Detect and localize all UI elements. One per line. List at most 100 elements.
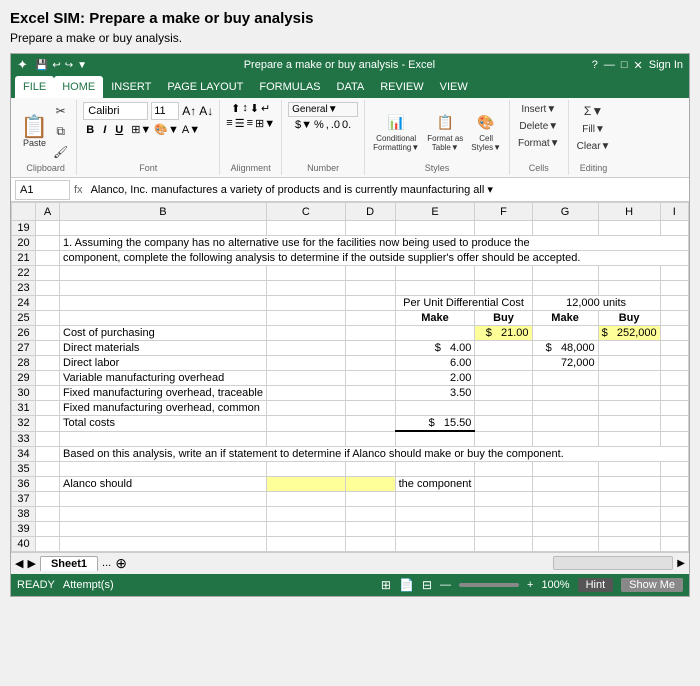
next-sheet-icon[interactable]: ▶	[27, 557, 35, 570]
tab-page-layout[interactable]: PAGE LAYOUT	[159, 76, 251, 98]
insert-cells-button[interactable]: Insert▼	[519, 102, 558, 117]
tab-view[interactable]: VIEW	[432, 76, 476, 98]
view-page-layout-icon[interactable]: 📄	[399, 578, 414, 592]
tab-formulas[interactable]: FORMULAS	[251, 76, 328, 98]
table-row: 39	[12, 521, 689, 536]
tab-insert[interactable]: INSERT	[103, 76, 159, 98]
table-row: 31 Fixed manufacturing overhead, common	[12, 401, 689, 416]
table-row: 19	[12, 221, 689, 236]
align-top-icon[interactable]: ⬆	[231, 102, 240, 115]
col-header-g[interactable]: G	[532, 203, 598, 221]
col-header-i[interactable]: I	[660, 203, 688, 221]
col-header-e[interactable]: E	[395, 203, 475, 221]
col-header-d[interactable]: D	[345, 203, 395, 221]
page-title: Excel SIM: Prepare a make or buy analysi…	[10, 10, 690, 27]
increase-font-icon[interactable]: A↑	[182, 104, 196, 118]
delete-cells-button[interactable]: Delete▼	[517, 119, 560, 134]
sum-button[interactable]: Σ▼	[582, 102, 605, 120]
table-row: 37	[12, 491, 689, 506]
underline-button[interactable]: U	[112, 124, 126, 136]
view-normal-icon[interactable]: ⊞	[381, 578, 391, 592]
font-color-icon[interactable]: A▼	[182, 124, 200, 136]
add-sheet-button[interactable]: ⊕	[115, 555, 127, 572]
copy-icon[interactable]: ⧉	[51, 122, 70, 141]
decrease-font-icon[interactable]: A↓	[199, 104, 213, 118]
horizontal-scrollbar[interactable]	[553, 556, 673, 570]
align-bottom-icon[interactable]: ⬇	[250, 102, 259, 115]
col-header-h[interactable]: H	[598, 203, 660, 221]
italic-button[interactable]: I	[100, 124, 109, 136]
cut-icon[interactable]: ✂	[51, 102, 70, 120]
increase-decimal-icon[interactable]: .0	[331, 119, 340, 131]
comma-icon[interactable]: ,	[326, 119, 329, 131]
save-icon[interactable]: 💾	[36, 60, 48, 71]
document-title: Prepare a make or buy analysis - Excel	[87, 59, 592, 71]
tab-review[interactable]: REVIEW	[372, 76, 431, 98]
align-right-icon[interactable]: ≡	[247, 117, 253, 130]
status-bar: READY Attempt(s) ⊞ 📄 ⊟ — + 100% Hint Sho…	[11, 574, 689, 596]
align-middle-icon[interactable]: ↕	[242, 102, 248, 115]
table-row: 26 Cost of purchasing $ 21.00 $ 252,000	[12, 326, 689, 341]
redo-icon[interactable]: ↪	[65, 60, 73, 71]
close-button[interactable]: ✕	[634, 59, 643, 72]
sign-in-button[interactable]: Sign In	[649, 59, 683, 71]
merge-icon[interactable]: ⊞▼	[255, 117, 275, 130]
sheet-tab-sheet1[interactable]: Sheet1	[40, 556, 98, 571]
fill-color-icon[interactable]: 🎨▼	[154, 123, 179, 136]
align-left-icon[interactable]: ≡	[226, 117, 232, 130]
maximize-button[interactable]: □	[621, 59, 628, 71]
alignment-label: Alignment	[231, 161, 271, 173]
tab-home[interactable]: HOME	[54, 76, 103, 98]
help-button[interactable]: ?	[592, 59, 598, 71]
cell-styles-button[interactable]: 🎨 CellStyles▼	[469, 110, 503, 154]
show-me-button[interactable]: Show Me	[621, 578, 683, 592]
table-row: 21 component, complete the following ana…	[12, 251, 689, 266]
tab-data[interactable]: DATA	[329, 76, 373, 98]
format-cells-button[interactable]: Format▼	[516, 136, 562, 151]
col-header-b[interactable]: B	[60, 203, 267, 221]
table-row: 27 Direct materials $ 4.00 $ 48,000	[12, 341, 689, 356]
name-box[interactable]	[15, 180, 70, 200]
font-name-input[interactable]	[83, 102, 148, 120]
scroll-right-icon[interactable]: ▶	[677, 558, 685, 569]
decrease-decimal-icon[interactable]: 0.	[342, 119, 351, 131]
percent-icon[interactable]: %	[314, 119, 324, 131]
zoom-decrease-icon[interactable]: —	[440, 579, 451, 591]
qa-dropdown-icon[interactable]: ▼	[77, 60, 87, 71]
zoom-increase-icon[interactable]: +	[527, 579, 533, 591]
paste-button[interactable]: 📋 Paste	[21, 114, 48, 150]
minimize-button[interactable]: —	[604, 59, 615, 71]
table-row: 33	[12, 431, 689, 446]
format-painter-icon[interactable]: 🖌	[51, 143, 70, 161]
clear-button[interactable]: Clear▼	[575, 139, 613, 154]
align-center-icon[interactable]: ☰	[235, 117, 245, 130]
table-row: 35	[12, 461, 689, 476]
col-header-a[interactable]: A	[36, 203, 60, 221]
wrap-text-icon[interactable]: ↵	[261, 102, 270, 115]
view-page-break-icon[interactable]: ⊟	[422, 578, 432, 592]
table-row: 38	[12, 506, 689, 521]
table-row: 36 Alanco should the component	[12, 476, 689, 491]
bold-button[interactable]: B	[83, 124, 97, 136]
border-icon[interactable]: ⊞▼	[131, 123, 151, 136]
currency-icon[interactable]: $▼	[295, 119, 312, 131]
col-header-c[interactable]: C	[266, 203, 345, 221]
format-as-table-button[interactable]: 📋 Format asTable▼	[425, 110, 465, 154]
col-header-f[interactable]: F	[475, 203, 532, 221]
table-row: 22	[12, 266, 689, 281]
font-size-input[interactable]	[151, 102, 179, 120]
formula-bar: fx Alanco, Inc. manufactures a variety o…	[11, 178, 689, 202]
fill-button[interactable]: Fill▼	[580, 122, 607, 137]
ribbon-group-cells: Insert▼ Delete▼ Format▼ Cells	[510, 100, 569, 175]
conditional-formatting-button[interactable]: 📊 ConditionalFormatting▼	[371, 110, 421, 154]
tab-file[interactable]: FILE	[15, 76, 54, 98]
table-row: 23	[12, 281, 689, 296]
editing-label: Editing	[580, 161, 608, 173]
prev-sheet-icon[interactable]: ◀	[15, 557, 23, 570]
table-row: 20 1. Assuming the company has no altern…	[12, 236, 689, 251]
ribbon-group-styles: 📊 ConditionalFormatting▼ 📋 Format asTabl…	[365, 100, 510, 175]
hint-button[interactable]: Hint	[578, 578, 614, 592]
undo-icon[interactable]: ↩	[52, 60, 60, 71]
font-label: Font	[139, 161, 157, 173]
zoom-slider[interactable]	[459, 583, 519, 587]
